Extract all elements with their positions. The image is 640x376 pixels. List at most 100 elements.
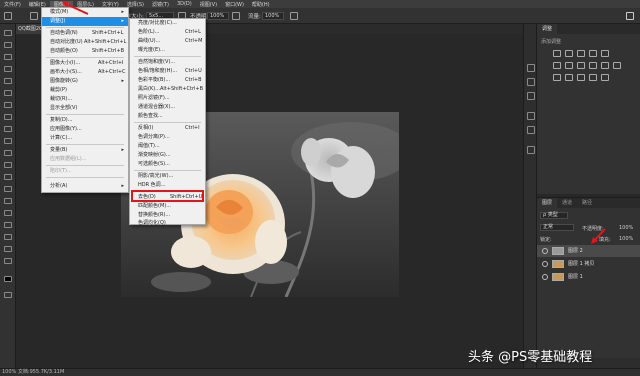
channel-mixer-icon[interactable] bbox=[601, 62, 609, 69]
history-brush-tool-icon[interactable] bbox=[4, 138, 12, 144]
menu-item-duplicate[interactable]: 复制(D)... bbox=[42, 116, 128, 125]
gradient-tool-icon[interactable] bbox=[4, 162, 12, 168]
menu-item-gradient-map[interactable]: 渐变映射(G)... bbox=[130, 151, 205, 160]
character-icon[interactable] bbox=[527, 112, 535, 120]
color-balance-icon[interactable] bbox=[565, 62, 573, 69]
menu-item-analysis[interactable]: 分析(A) ▸ bbox=[42, 182, 128, 191]
menu-view[interactable]: 视图(V) bbox=[196, 1, 221, 8]
menu-item-trim[interactable]: 裁切(R)... bbox=[42, 95, 128, 104]
eraser-tool-icon[interactable] bbox=[4, 150, 12, 156]
selective-color-icon[interactable] bbox=[601, 74, 609, 81]
dodge-tool-icon[interactable] bbox=[4, 186, 12, 192]
menu-item-color-lookup[interactable]: 颜色查找... bbox=[130, 112, 205, 121]
menu-item-crop[interactable]: 裁剪(P) bbox=[42, 86, 128, 95]
flow-input[interactable]: 100% bbox=[262, 12, 284, 20]
text-tool-icon[interactable] bbox=[4, 210, 12, 216]
curves-icon[interactable] bbox=[577, 50, 585, 57]
hand-tool-icon[interactable] bbox=[4, 246, 12, 252]
menu-item-hue-saturation[interactable]: 色相/饱和度(H)... Ctrl+U bbox=[130, 67, 205, 76]
menu-item-vibrance[interactable]: 自然饱和度(V)... bbox=[130, 58, 205, 67]
smoothing-icon[interactable] bbox=[290, 12, 298, 20]
tab-adjustments[interactable]: 调整 bbox=[537, 24, 558, 34]
tab-paths[interactable]: 路径 bbox=[577, 198, 597, 208]
eyedropper-tool-icon[interactable] bbox=[4, 90, 12, 96]
threshold-icon[interactable] bbox=[577, 74, 585, 81]
crop-tool-icon[interactable] bbox=[4, 78, 12, 84]
menu-item-shadows-highlights[interactable]: 阴影/高光(W)... bbox=[130, 172, 205, 181]
menu-item-threshold[interactable]: 阈值(T)... bbox=[130, 142, 205, 151]
menu-item-exposure[interactable]: 曝光度(E)... bbox=[130, 46, 205, 55]
visibility-eye-icon[interactable] bbox=[542, 274, 548, 280]
actions-icon[interactable] bbox=[527, 92, 535, 100]
tool-preset-icon[interactable] bbox=[4, 12, 12, 20]
menu-item-match-color[interactable]: 匹配颜色(M)... bbox=[130, 202, 205, 211]
menu-item-black-white[interactable]: 黑白(K)... Alt+Shift+Ctrl+B bbox=[130, 85, 205, 94]
menu-window[interactable]: 窗口(W) bbox=[221, 1, 248, 8]
brightness-icon[interactable] bbox=[553, 50, 561, 57]
hue-saturation-icon[interactable] bbox=[553, 62, 561, 69]
marquee-tool-icon[interactable] bbox=[4, 42, 12, 48]
levels-icon[interactable] bbox=[565, 50, 573, 57]
menu-item-equalize[interactable]: 色调均化(Q) bbox=[130, 219, 205, 228]
color-lookup-icon[interactable] bbox=[613, 62, 621, 69]
menu-item-auto-contrast[interactable]: 自动对比度(U) Alt+Shift+Ctrl+L bbox=[42, 38, 128, 47]
menu-item-brightness-contrast[interactable]: 亮度/对比度(C)... bbox=[130, 19, 205, 28]
tab-layers[interactable]: 图层 bbox=[537, 198, 558, 208]
black-white-icon[interactable] bbox=[577, 62, 585, 69]
layer-opacity-value[interactable]: 100% bbox=[619, 225, 633, 231]
menu-item-photo-filter[interactable]: 照片滤镜(F)... bbox=[130, 94, 205, 103]
menu-item-apply-image[interactable]: 应用图像(Y)... bbox=[42, 125, 128, 134]
menu-item-image-size[interactable]: 图像大小(I)... Alt+Ctrl+I bbox=[42, 59, 128, 68]
brush-icon[interactable] bbox=[30, 12, 38, 20]
menu-item-auto-color[interactable]: 自动颜色(O) Shift+Ctrl+B bbox=[42, 47, 128, 56]
menu-item-color-balance[interactable]: 色彩平衡(B)... Ctrl+B bbox=[130, 76, 205, 85]
pen-tool-icon[interactable] bbox=[4, 198, 12, 204]
healing-tool-icon[interactable] bbox=[4, 102, 12, 108]
blur-tool-icon[interactable] bbox=[4, 174, 12, 180]
lasso-tool-icon[interactable] bbox=[4, 54, 12, 60]
search-icon[interactable] bbox=[626, 12, 634, 20]
exposure-icon[interactable] bbox=[589, 50, 597, 57]
visibility-eye-icon[interactable] bbox=[542, 261, 548, 267]
menu-item-auto-tone[interactable]: 自动色调(N) Shift+Ctrl+L bbox=[42, 29, 128, 38]
airbrush-icon[interactable] bbox=[232, 12, 240, 20]
fill-value[interactable]: 100% bbox=[619, 236, 633, 242]
layer-row[interactable]: 图层 1 拷贝 bbox=[537, 258, 640, 270]
libraries-icon[interactable] bbox=[527, 146, 535, 154]
menu-item-levels[interactable]: 色阶(L)... Ctrl+L bbox=[130, 28, 205, 37]
menu-item-posterize[interactable]: 色调分离(P)... bbox=[130, 133, 205, 142]
vibrance-icon[interactable] bbox=[601, 50, 609, 57]
menu-file[interactable]: 文件(F) bbox=[0, 1, 25, 8]
quick-select-tool-icon[interactable] bbox=[4, 66, 12, 72]
shape-tool-icon[interactable] bbox=[4, 234, 12, 240]
foreground-color-swatch[interactable] bbox=[4, 276, 12, 282]
invert-icon[interactable] bbox=[553, 74, 561, 81]
menu-item-adjustments[interactable]: 调整(J) ▸ bbox=[42, 17, 128, 26]
move-tool-icon[interactable] bbox=[4, 30, 12, 36]
layer-row[interactable]: 图层 2 bbox=[537, 245, 640, 257]
opacity-input[interactable]: 100% bbox=[207, 12, 229, 20]
properties-icon[interactable] bbox=[527, 78, 535, 86]
layer-kind-filter[interactable]: ρ 类型 bbox=[540, 212, 568, 219]
paragraph-icon[interactable] bbox=[527, 126, 535, 134]
menu-item-invert[interactable]: 反相(I) Ctrl+I bbox=[130, 124, 205, 133]
tab-channels[interactable]: 通道 bbox=[557, 198, 577, 208]
brush-tool-icon[interactable] bbox=[4, 114, 12, 120]
gradient-map-icon[interactable] bbox=[589, 74, 597, 81]
menu-item-calculations[interactable]: 计算(C)... bbox=[42, 134, 128, 143]
blend-mode-select[interactable]: 正常 bbox=[540, 224, 574, 231]
visibility-eye-icon[interactable] bbox=[542, 248, 548, 254]
layer-row[interactable]: 图层 1 bbox=[537, 271, 640, 283]
menu-filter[interactable]: 滤镜(T) bbox=[148, 1, 173, 8]
menu-item-curves[interactable]: 曲线(U)... Ctrl+M bbox=[130, 37, 205, 46]
menu-help[interactable]: 帮助(H) bbox=[248, 1, 274, 8]
menu-3d[interactable]: 3D(D) bbox=[173, 1, 196, 7]
menu-item-image-rotation[interactable]: 图像旋转(G) ▸ bbox=[42, 77, 128, 86]
menu-item-channel-mixer[interactable]: 通道混合器(X)... bbox=[130, 103, 205, 112]
path-select-tool-icon[interactable] bbox=[4, 222, 12, 228]
photo-filter-icon[interactable] bbox=[589, 62, 597, 69]
menu-item-canvas-size[interactable]: 画布大小(S)... Alt+Ctrl+C bbox=[42, 68, 128, 77]
clone-stamp-tool-icon[interactable] bbox=[4, 126, 12, 132]
menu-item-selective-color[interactable]: 可选颜色(S)... bbox=[130, 160, 205, 169]
menu-item-hdr-toning[interactable]: HDR 色调... bbox=[130, 181, 205, 190]
